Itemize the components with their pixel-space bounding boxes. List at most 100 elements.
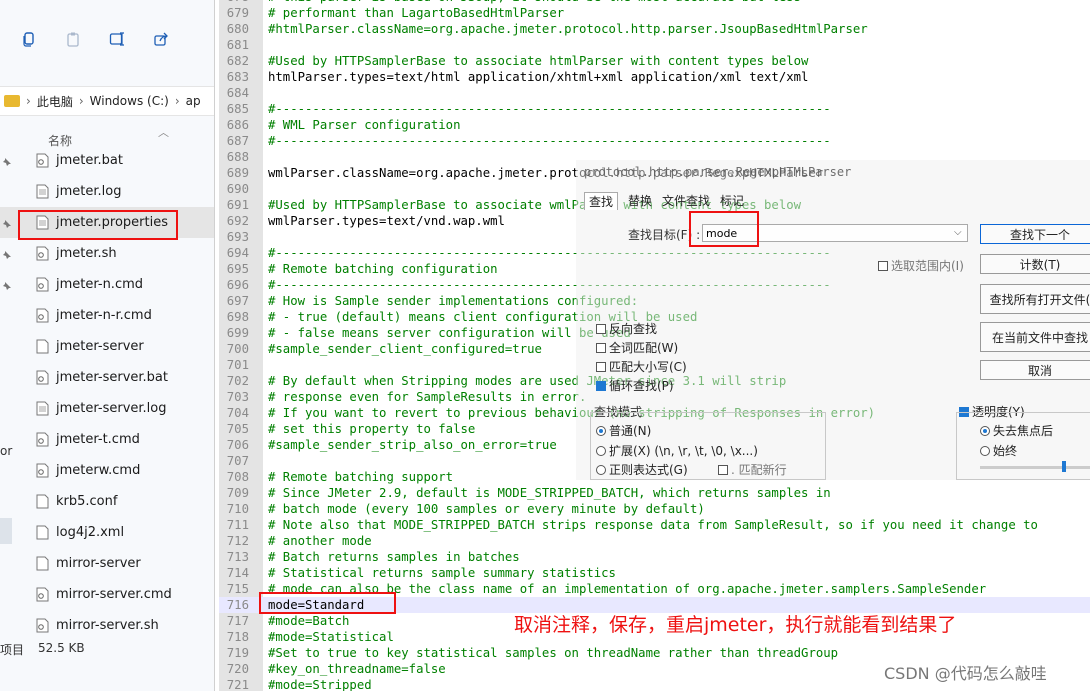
dialog-tabs: 查找 替换 文件查找 标记 <box>584 192 744 210</box>
editor-line[interactable]: 711 # Note also that MODE_STRIPPED_BATCH … <box>219 517 1090 533</box>
editor-line[interactable]: 686 # WML Parser configuration <box>219 117 1090 133</box>
mode-regex-radio[interactable]: 正则表达式(G) <box>596 461 688 478</box>
file-list-item[interactable]: krb5.conf <box>0 486 214 517</box>
file-name: mirror-server.cmd <box>56 587 172 602</box>
editor-line[interactable]: 710 # batch mode (every 100 samples or ev… <box>219 501 1090 517</box>
file-list-item[interactable]: mirror-server.cmd <box>0 579 214 610</box>
chevron-down-icon[interactable]: ⌵ <box>954 224 962 242</box>
file-list-item[interactable]: jmeter.bat <box>0 145 214 176</box>
file-list-item[interactable]: jmeter-n-r.cmd <box>0 300 214 331</box>
mode-normal-label: 普通(N) <box>609 424 652 438</box>
line-text: htmlParser.types=text/html application/x… <box>268 70 809 84</box>
editor-line[interactable]: 709 # Since JMeter 2.9, default is MODE_S… <box>219 485 1090 501</box>
file-list-item[interactable]: mirror-server.sh <box>0 610 214 641</box>
editor-line[interactable]: 680 #htmlParser.className=org.apache.jmet… <box>219 21 1090 37</box>
editor-line[interactable]: 684 <box>219 85 1090 101</box>
find-next-button[interactable]: 查找下一个 <box>980 224 1090 244</box>
line-number: 700 <box>226 342 249 356</box>
line-text: #htmlParser.className=org.apache.jmeter.… <box>268 22 868 36</box>
file-list-item[interactable]: jmeter-server.bat <box>0 362 214 393</box>
file-list-item[interactable]: jmeter-server <box>0 331 214 362</box>
transparency-slider-thumb[interactable] <box>1062 461 1066 472</box>
line-text: #---------------------------------------… <box>268 102 831 116</box>
file-list-item[interactable]: jmeter-server.log <box>0 393 214 424</box>
line-text: # batch mode (every 100 samples or every… <box>268 502 705 516</box>
whole-word-checkbox[interactable]: 全词匹配(W) <box>596 339 678 356</box>
find-all-open-files-button[interactable]: 查找所有打开文件( <box>980 284 1090 314</box>
highlight-box-mode-line <box>259 592 396 614</box>
cancel-button[interactable]: 取消 <box>980 360 1090 380</box>
editor-line[interactable]: 685 #------------------------------------… <box>219 101 1090 117</box>
line-number: 686 <box>226 118 249 132</box>
dot-matches-newline-checkbox[interactable]: . 匹配新行 <box>718 461 787 478</box>
editor-line[interactable]: 713 # Batch returns samples in batches <box>219 549 1090 565</box>
file-list-item[interactable]: jmeterw.cmd <box>0 455 214 486</box>
line-text: # performant than LagartoBasedHtmlParser <box>268 6 565 20</box>
mode-normal-radio[interactable]: 普通(N) <box>596 422 651 439</box>
file-name: mirror-server.sh <box>56 618 159 633</box>
editor-line[interactable]: 687 #------------------------------------… <box>219 133 1090 149</box>
editor-line[interactable]: 679 # performant than LagartoBasedHtmlPar… <box>219 5 1090 21</box>
editor-line[interactable]: 712 # another mode <box>219 533 1090 549</box>
breadcrumb-item-folder[interactable]: ap <box>186 94 201 108</box>
status-item-count: 项目 <box>0 643 25 657</box>
backward-checkbox[interactable]: 反向查找 <box>596 320 657 337</box>
file-list-item[interactable]: jmeter-t.cmd <box>0 424 214 455</box>
file-list-item[interactable]: jmeter-n.cmd <box>0 269 214 300</box>
line-number: 685 <box>226 102 249 116</box>
radio-selected-icon <box>980 425 990 436</box>
find-dialog: protocol.http.parser.RegexpHTMLParser 查找… <box>576 160 1090 480</box>
always-radio[interactable]: 始终 <box>980 442 1017 459</box>
checkbox-box <box>596 361 606 372</box>
file-name: jmeter.bat <box>56 153 123 168</box>
mode-extended-radio[interactable]: 扩展(X) (\n, \r, \t, \0, \x...) <box>596 442 758 459</box>
file-list-item[interactable]: log4j2.xml <box>0 517 214 548</box>
status-size: 52.5 KB <box>38 641 85 655</box>
tab-find-in-files[interactable]: 文件查找 <box>662 192 710 210</box>
line-text: # Statistical returns sample summary sta… <box>268 566 616 580</box>
tab-mark[interactable]: 标记 <box>720 192 744 210</box>
line-number: 692 <box>226 214 249 228</box>
editor-line[interactable]: 719 #Set to true to key statistical sampl… <box>219 645 1090 661</box>
text-file-icon <box>36 184 49 199</box>
find-in-current-file-button[interactable]: 在当前文件中查找 <box>980 322 1090 352</box>
line-number: 697 <box>226 294 249 308</box>
line-number: 699 <box>226 326 249 340</box>
share-icon[interactable] <box>152 30 170 48</box>
editor-line[interactable]: 683 htmlParser.types=text/html applicatio… <box>219 69 1090 85</box>
transparency-slider-track[interactable] <box>980 466 1090 469</box>
file-list-item[interactable]: jmeter.sh <box>0 238 214 269</box>
line-text: #sample_sender_strip_also_on_error=true <box>268 438 557 452</box>
rename-icon[interactable] <box>108 30 126 48</box>
editor-line[interactable]: 681 <box>219 37 1090 53</box>
breadcrumb-item-this-pc[interactable]: 此电脑 <box>37 93 73 110</box>
checkbox-checked-icon <box>596 380 606 391</box>
settings-file-icon <box>36 153 49 168</box>
line-number: 715 <box>226 582 249 596</box>
line-number: 695 <box>226 262 249 276</box>
line-text: # response even for SampleResults in err… <box>268 390 587 404</box>
wrap-around-checkbox[interactable]: 循环查找(P) <box>596 377 674 394</box>
copy-icon[interactable] <box>20 30 38 48</box>
nav-pane-fragment[interactable]: or <box>0 444 12 458</box>
in-selection-checkbox[interactable]: 选取范围内(I) <box>878 257 964 274</box>
on-lose-focus-radio[interactable]: 失去焦点后 <box>980 422 1053 439</box>
count-button[interactable]: 计数(T) <box>980 254 1090 274</box>
line-number: 694 <box>226 246 249 260</box>
file-list-item[interactable]: mirror-server <box>0 548 214 579</box>
line-number: 720 <box>226 662 249 676</box>
editor-line[interactable]: 682 #Used by HTTPSamplerBase to associate… <box>219 53 1090 69</box>
editor-line[interactable]: 714 # Statistical returns sample summary … <box>219 565 1090 581</box>
line-number: 689 <box>226 166 249 180</box>
line-number: 706 <box>226 438 249 452</box>
match-case-checkbox[interactable]: 匹配大小写(C) <box>596 358 687 375</box>
chevron-right-icon: › <box>78 94 84 108</box>
line-number: 714 <box>226 566 249 580</box>
tab-replace[interactable]: 替换 <box>628 192 652 210</box>
breadcrumb-item-drive[interactable]: Windows (C:) <box>90 94 169 108</box>
file-list-item[interactable]: jmeter.log <box>0 176 214 207</box>
paste-icon[interactable] <box>64 30 82 48</box>
sort-ascending-icon: ︿ <box>158 126 169 139</box>
tab-find[interactable]: 查找 <box>584 192 619 210</box>
line-number: 693 <box>226 230 249 244</box>
